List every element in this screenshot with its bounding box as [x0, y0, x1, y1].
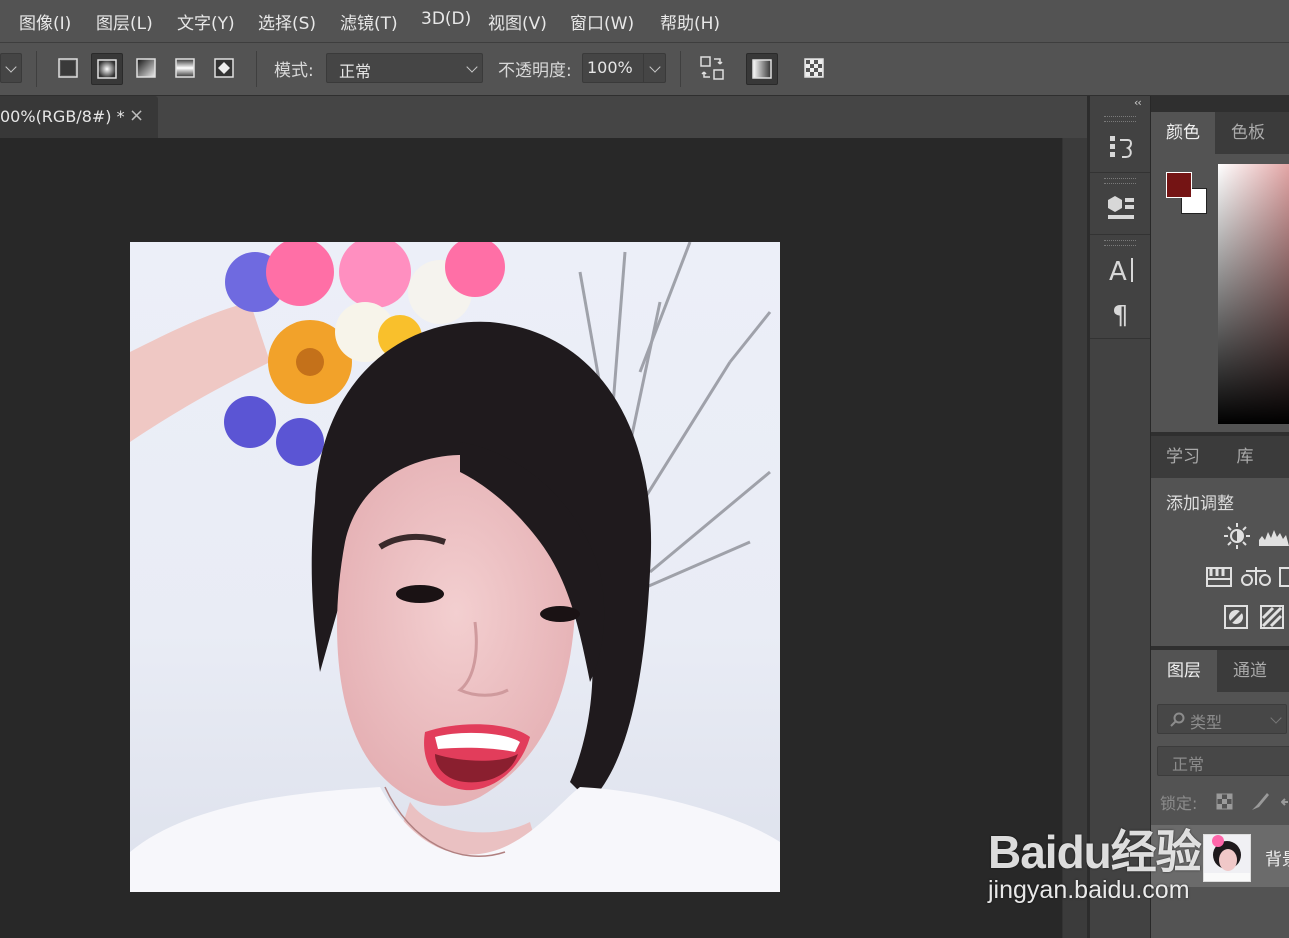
gradient-map-icon[interactable]	[1259, 604, 1285, 630]
blend-mode-dropdown[interactable]: 正常	[1157, 746, 1289, 776]
radial-gradient-button[interactable]	[91, 53, 123, 85]
options-bar: 模式: 正常 不透明度: 100%	[0, 43, 1289, 96]
layer-filter-placeholder: 类型	[1190, 713, 1223, 732]
angle-gradient-button[interactable]	[131, 53, 161, 83]
transparency-icon	[804, 58, 824, 78]
menu-image[interactable]: 图像(I)	[19, 9, 71, 34]
tab-learn[interactable]: 学习	[1151, 436, 1215, 478]
menu-help[interactable]: 帮助(H)	[660, 9, 720, 34]
foreground-color-swatch[interactable]	[1166, 172, 1192, 198]
brightness-icon[interactable]	[1223, 522, 1251, 550]
chevron-down-icon	[5, 61, 17, 73]
character-icon[interactable]: A	[1106, 254, 1136, 287]
layers-panel-tabs: 图层 通道	[1151, 650, 1289, 692]
levels-icon[interactable]	[1257, 522, 1289, 550]
document-tab[interactable]: 00%(RGB/8#) * ×	[0, 96, 158, 138]
tab-channels[interactable]: 通道	[1217, 650, 1283, 692]
chevron-down-icon	[466, 61, 478, 73]
divider	[1090, 234, 1150, 235]
divider	[680, 51, 681, 87]
invert-icon[interactable]	[1223, 604, 1249, 630]
menu-view[interactable]: 视图(V)	[488, 9, 547, 34]
portrait-photo	[130, 242, 780, 892]
chevron-down-icon	[649, 61, 661, 73]
reverse-icon	[700, 56, 724, 80]
divider	[643, 54, 644, 82]
panel-grip[interactable]	[1104, 240, 1136, 246]
adjust-panel-tabs: 学习 库	[1151, 436, 1289, 478]
chevron-down-icon	[1270, 712, 1282, 724]
reflected-gradient-icon	[175, 58, 195, 78]
gradient-preset-dropdown[interactable]	[0, 53, 22, 83]
collapse-panels-icon[interactable]: ‹‹	[1134, 96, 1142, 109]
diamond-gradient-button[interactable]	[209, 53, 239, 83]
watermark-logo: Baidu经验	[988, 826, 1202, 878]
black-white-icon[interactable]	[1279, 564, 1289, 590]
adjustments-title: 添加调整	[1166, 494, 1234, 514]
menu-layer[interactable]: 图层(L)	[96, 9, 153, 34]
reflected-gradient-button[interactable]	[170, 53, 200, 83]
3d-properties-icon[interactable]	[1106, 192, 1136, 222]
menu-filter[interactable]: 滤镜(T)	[340, 9, 398, 34]
menu-window[interactable]: 窗口(W)	[570, 9, 634, 34]
divider	[256, 51, 257, 87]
dither-icon	[752, 59, 772, 79]
diamond-gradient-icon	[214, 58, 234, 78]
menu-select[interactable]: 选择(S)	[258, 9, 316, 34]
opacity-label: 不透明度:	[498, 61, 572, 81]
tab-libraries[interactable]: 库	[1215, 436, 1275, 478]
opacity-field[interactable]: 100%	[582, 53, 666, 83]
menu-type[interactable]: 文字(Y)	[177, 9, 235, 34]
tab-layers[interactable]: 图层	[1151, 650, 1217, 692]
tab-color[interactable]: 颜色	[1151, 112, 1215, 154]
divider	[36, 51, 37, 87]
mode-label: 模式:	[274, 61, 314, 81]
document-image[interactable]	[130, 242, 780, 892]
color-panel-tabs: 颜色 色板	[1151, 112, 1289, 154]
menu-3d[interactable]: 3D(D)	[421, 9, 471, 29]
close-icon[interactable]: ×	[129, 105, 144, 126]
document-tab-strip	[0, 96, 1088, 138]
color-picker-field[interactable]	[1218, 164, 1289, 424]
opacity-value: 100%	[587, 58, 633, 77]
transparency-button[interactable]	[799, 53, 829, 83]
exposure-icon[interactable]	[1205, 564, 1233, 590]
color-panel	[1151, 154, 1289, 432]
history-icon[interactable]	[1106, 132, 1136, 162]
tab-swatches[interactable]: 色板	[1215, 112, 1281, 154]
search-icon	[1170, 712, 1185, 727]
mode-dropdown[interactable]: 正常	[326, 53, 483, 83]
reverse-button[interactable]	[697, 53, 727, 83]
angle-gradient-icon	[136, 58, 156, 78]
blend-mode-value: 正常	[1172, 755, 1205, 774]
layer-filter-field[interactable]: 类型	[1157, 704, 1287, 734]
svg-text:A: A	[1109, 257, 1127, 284]
svg-text:¶: ¶	[1112, 301, 1129, 328]
dither-button[interactable]	[746, 53, 778, 85]
watermark: Baidu经验 jingyan.baidu.com	[988, 798, 1288, 913]
color-balance-icon[interactable]	[1241, 564, 1271, 590]
mode-value: 正常	[339, 62, 372, 81]
linear-gradient-icon	[58, 58, 78, 78]
linear-gradient-button[interactable]	[53, 53, 83, 83]
panel-grip[interactable]	[1104, 178, 1136, 184]
divider	[1090, 172, 1150, 173]
panel-grip[interactable]	[1104, 116, 1136, 122]
adjustments-panel: 添加调整	[1151, 478, 1289, 646]
divider	[1090, 338, 1150, 339]
document-tab-title: 00%(RGB/8#) *	[0, 107, 125, 126]
watermark-url: jingyan.baidu.com	[988, 876, 1190, 904]
radial-gradient-icon	[97, 59, 117, 79]
paragraph-icon[interactable]: ¶	[1106, 298, 1136, 331]
menu-bar: 图像(I) 图层(L) 文字(Y) 选择(S) 滤镜(T) 3D(D) 视图(V…	[0, 0, 1289, 43]
